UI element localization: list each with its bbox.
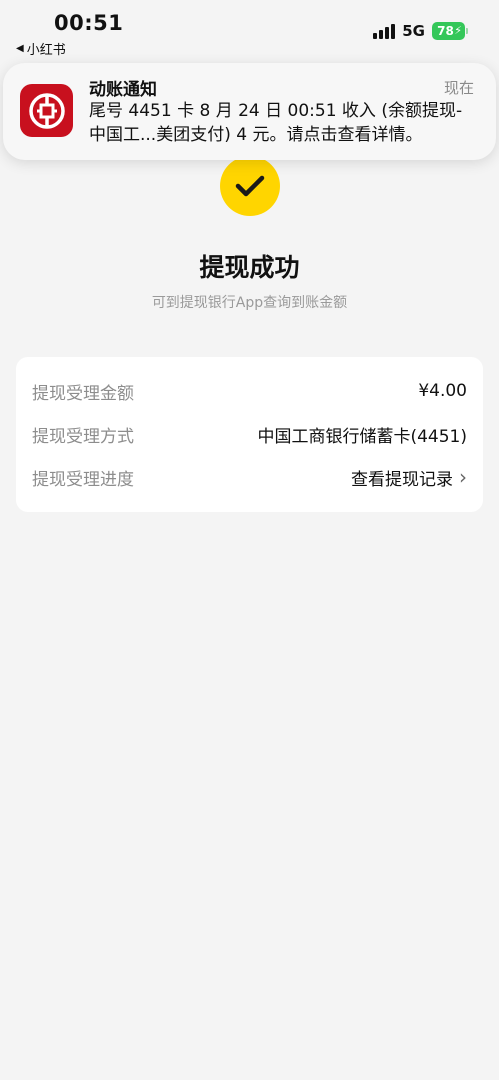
bank-notification-banner[interactable]: 动账通知 现在 尾号 4451 卡 8 月 24 日 00:51 收入 (余额提… <box>3 63 496 160</box>
detail-value: ¥4.00 <box>418 381 467 401</box>
chevron-right-icon: › <box>459 465 467 489</box>
status-bar: 00:51 ◀ 小红书 5G 78 ⚡ <box>0 0 499 60</box>
detail-row-amount: 提现受理金额 ¥4.00 <box>32 378 467 404</box>
notification-body-line: 中国工...美团支付) 4 元。请点击查看详情。 <box>89 125 423 145</box>
back-triangle-icon: ◀ <box>16 43 24 54</box>
method-value: 中国工商银行储蓄卡(4451) <box>257 426 467 447</box>
charging-bolt-icon: ⚡ <box>454 24 462 37</box>
detail-label: 提现受理金额 <box>32 383 134 404</box>
view-withdraw-records-link[interactable]: 查看提现记录 › <box>351 465 467 490</box>
progress-link-label: 查看提现记录 <box>351 469 453 490</box>
page-subtitle: 可到提现银行App查询到账金额 <box>151 295 348 311</box>
withdraw-details-card: 提现受理金额 ¥4.00 提现受理方式 中国工商银行储蓄卡(4451) 提现受理… <box>16 357 483 512</box>
back-to-app-link[interactable]: ◀ 小红书 <box>16 39 66 58</box>
status-time: 00:51 <box>54 11 124 35</box>
page-title: 提现成功 <box>199 253 300 282</box>
battery-icon: 78 ⚡ <box>432 22 468 40</box>
amount-value: ¥4.00 <box>418 381 467 401</box>
detail-label: 提现受理进度 <box>32 469 134 490</box>
battery-level: 78 <box>437 24 454 38</box>
network-type: 5G <box>402 22 425 40</box>
success-check-icon <box>220 156 280 216</box>
detail-value: 中国工商银行储蓄卡(4451) <box>257 422 467 447</box>
notification-title: 动账通知 <box>89 80 157 100</box>
icbc-logo-icon <box>20 84 73 137</box>
notification-body-line: 尾号 4451 卡 8 月 24 日 00:51 收入 (余额提现- <box>89 101 463 121</box>
back-app-label: 小红书 <box>26 43 66 58</box>
status-indicators: 5G 78 ⚡ <box>373 22 468 40</box>
detail-label: 提现受理方式 <box>32 426 134 447</box>
withdraw-success-page: 00:51 ◀ 小红书 5G 78 ⚡ 动账通知 现在 尾号 4451 卡 8 … <box>0 0 499 1080</box>
detail-row-progress: 提现受理进度 查看提现记录 › <box>32 464 467 490</box>
notification-time: 现在 <box>443 79 474 97</box>
detail-row-method: 提现受理方式 中国工商银行储蓄卡(4451) <box>32 421 467 447</box>
notification-body: 尾号 4451 卡 8 月 24 日 00:51 收入 (余额提现- 中国工..… <box>89 99 484 147</box>
signal-bars-icon <box>373 23 396 39</box>
